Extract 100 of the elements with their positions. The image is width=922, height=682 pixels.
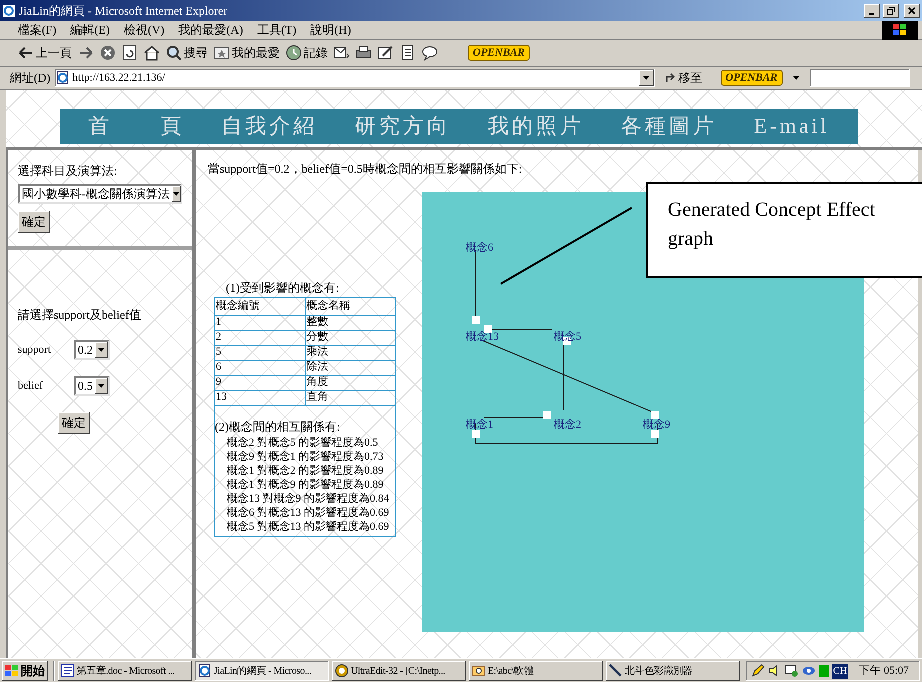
graph-node-label: 概念9 <box>643 419 670 431</box>
graph-node-label: 概念5 <box>554 331 582 343</box>
graph-node-label: 概念13 <box>466 331 499 343</box>
document-icon[interactable] <box>400 45 416 61</box>
nav-link[interactable]: 我的照片 <box>488 110 584 142</box>
relation-text: 概念2 對概念5 的影響程度為0.5 <box>226 436 380 450</box>
field-label: support <box>18 342 52 358</box>
graph-node-label: 概念1 <box>466 419 494 431</box>
edit-icon[interactable] <box>378 45 394 61</box>
restore-icon[interactable] <box>883 4 899 18</box>
table-cell: 1 <box>214 315 305 330</box>
back-arrow-icon <box>18 45 34 61</box>
browser-icon <box>2 4 16 18</box>
go-button[interactable]: 移至 <box>664 69 703 87</box>
table-cell: 13 <box>214 390 305 405</box>
globe-page-icon <box>198 664 212 678</box>
column-header: 概念編號 <box>214 298 305 315</box>
taskbar-button[interactable]: JiaLin的網頁 - Microso... <box>195 661 329 681</box>
dropdown-arrow-icon[interactable] <box>792 76 800 80</box>
table-cell: 2 <box>214 330 305 345</box>
relations-title: (2)概念間的相互關係有: <box>215 418 342 436</box>
toolbar-button[interactable]: 上一頁 <box>18 44 72 62</box>
taskbar-button[interactable]: 北斗色彩識別器 <box>606 661 740 681</box>
nav-link[interactable]: 自我介紹 <box>222 110 318 142</box>
table-cell: 9 <box>214 375 305 390</box>
graph-node-label: 概念2 <box>554 419 582 431</box>
table-cell: 直角 <box>305 390 396 405</box>
globe-clock-icon <box>286 45 302 61</box>
table-cell: 角度 <box>305 375 396 390</box>
refresh-icon[interactable] <box>122 45 138 61</box>
folder-search-icon <box>472 664 486 678</box>
taskbar-button[interactable]: UltraEdit-32 - [C:\Inetp... <box>332 661 466 681</box>
home-icon[interactable] <box>144 45 160 61</box>
forward-arrow-icon[interactable] <box>78 45 94 61</box>
clock: 下午 05:07 <box>859 664 909 679</box>
column-header: 概念名稱 <box>305 298 396 315</box>
globe-page-icon <box>56 71 70 85</box>
taskbar-button[interactable]: 第五章.doc - Microsoft ... <box>58 661 192 681</box>
circle-logo-icon <box>335 664 349 678</box>
relation-text: 概念1 對概念2 的影響程度為0.89 <box>226 464 385 478</box>
graph-node-label: 概念6 <box>466 242 494 254</box>
table-caption: (1)受到影響的概念有: <box>225 280 340 297</box>
menu-item[interactable]: 檔案(F) <box>12 21 63 39</box>
pen-icon <box>609 664 623 678</box>
nav-link[interactable]: 各種圖片 <box>621 110 718 142</box>
result-heading: 當support值=0.2，belief值=0.5時概念間的相互影響關係如下: <box>208 161 524 178</box>
menu-item[interactable]: 編輯(E) <box>64 21 116 39</box>
close-icon[interactable] <box>904 4 920 18</box>
nav-link[interactable]: 首 頁 <box>88 110 185 142</box>
toolbar-button[interactable]: 我的最愛 <box>214 44 280 62</box>
printer-icon[interactable] <box>356 45 372 61</box>
table-cell: 乘法 <box>305 345 396 360</box>
square-icon <box>819 665 830 677</box>
table-cell: 5 <box>214 345 305 360</box>
monitor-icon <box>785 664 800 678</box>
search-icon <box>166 45 182 61</box>
pencil-icon <box>751 664 766 678</box>
relation-text: 概念9 對概念1 的影響程度為0.73 <box>226 450 385 464</box>
confirm-button[interactable]: 確定 <box>18 211 50 233</box>
windows-logo-icon <box>5 665 19 677</box>
subject-select[interactable]: 國小數學科-概念關係演算法 <box>18 184 182 204</box>
relation-text: 概念1 對概念9 的影響程度為0.89 <box>226 478 385 492</box>
toolbar-button[interactable]: 記錄 <box>286 44 328 62</box>
go-arrow-icon <box>664 72 677 84</box>
language-indicator[interactable]: CH <box>832 664 848 678</box>
address-field[interactable]: http://163.22.21.136/ <box>54 69 655 87</box>
relation-text: 概念13 對概念9 的影響程度為0.84 <box>226 492 390 506</box>
taskbar-button[interactable]: E:\abc\軟體 <box>469 661 603 681</box>
window-title: JiaLin的網頁 - Microsoft Internet Explorer <box>19 2 229 20</box>
callout-box: Generated Concept Effect graph <box>646 182 922 278</box>
table-cell: 整數 <box>305 315 396 330</box>
stop-icon[interactable] <box>100 45 116 61</box>
toolbar-button[interactable]: 搜尋 <box>166 44 208 62</box>
menu-item[interactable]: 說明(H) <box>304 21 358 39</box>
nav-link[interactable]: 研究方向 <box>354 110 451 142</box>
table-cell: 分數 <box>305 330 396 345</box>
openbar-logo[interactable]: OPENBAR <box>468 45 530 61</box>
menu-item[interactable]: 我的最愛(A) <box>172 21 250 39</box>
menu-item[interactable]: 工具(T) <box>251 21 303 39</box>
confirm-button[interactable]: 確定 <box>58 412 90 434</box>
document-icon <box>61 664 75 678</box>
minimize-icon[interactable] <box>864 4 880 18</box>
value-select[interactable]: 0.2 <box>74 340 110 360</box>
nav-link[interactable]: E-mail <box>754 110 830 142</box>
search-field[interactable] <box>810 69 910 87</box>
subject-label: 選擇科目及演算法: <box>18 163 118 180</box>
speech-bubble-icon[interactable] <box>422 45 438 61</box>
mail-icon[interactable] <box>334 45 350 61</box>
menu-item[interactable]: 檢視(V) <box>118 21 171 39</box>
eye-icon <box>802 664 816 678</box>
value-select[interactable]: 0.5 <box>74 376 110 396</box>
start-button[interactable]: 開始 <box>2 661 48 681</box>
field-label: belief <box>18 378 44 394</box>
table-cell: 除法 <box>305 360 396 375</box>
windows-logo <box>882 20 918 40</box>
openbar-logo[interactable]: OPENBAR <box>720 70 783 86</box>
table-cell: 6 <box>214 360 305 375</box>
relation-text: 概念5 對概念13 的影響程度為0.69 <box>226 520 390 534</box>
address-label: 網址(D) <box>10 70 51 87</box>
threshold-title: 請選擇support及belief值 <box>18 307 142 324</box>
